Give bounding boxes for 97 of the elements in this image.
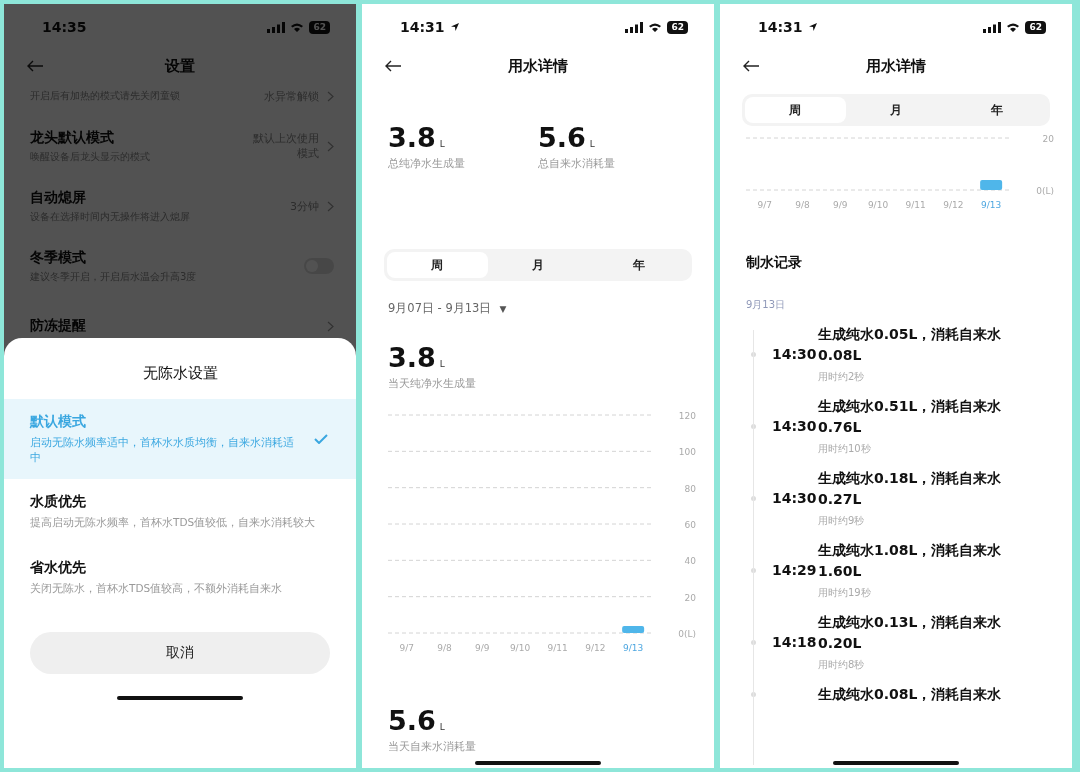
amount-value: 3.8 bbox=[388, 122, 436, 153]
record-duration: 用时约19秒 bbox=[818, 586, 872, 600]
signal-icon bbox=[983, 21, 1002, 33]
battery-indicator: 62 bbox=[667, 20, 688, 34]
status-time: 14:31 bbox=[400, 19, 445, 35]
axis-label: 9/9 bbox=[475, 643, 490, 653]
axis-label: 40 bbox=[684, 556, 696, 567]
period-tab[interactable]: 年 bbox=[588, 252, 689, 278]
back-arrow-icon[interactable] bbox=[742, 60, 760, 72]
amount-caption: 总自来水消耗量 bbox=[538, 157, 616, 171]
option-description: 启动无陈水频率适中，首杯水水质均衡，自来水消耗适中 bbox=[30, 435, 295, 466]
record-duration: 用时约9秒 bbox=[818, 514, 866, 528]
mode-option[interactable]: 省水优先 关闭无陈水，首杯水TDS值较高，不额外消耗自来水 bbox=[4, 544, 356, 610]
amount-value: 5.6 bbox=[538, 122, 586, 153]
status-time: 14:31 bbox=[758, 19, 803, 35]
wifi-icon bbox=[648, 21, 663, 33]
wifi-icon bbox=[1006, 21, 1021, 33]
period-tab[interactable]: 年 bbox=[946, 97, 1047, 123]
axis-label: 9/10 bbox=[867, 200, 889, 210]
amount-value: 5.6 bbox=[388, 705, 436, 736]
record-time: 14:30 bbox=[771, 346, 818, 362]
axis-label: 100 bbox=[678, 447, 696, 458]
axis-label: 9/13 bbox=[981, 200, 1002, 210]
option-description: 关闭无陈水，首杯水TDS值较高，不额外消耗自来水 bbox=[30, 580, 284, 596]
checkmark-icon bbox=[314, 434, 328, 445]
option-title: 省水优先 bbox=[30, 558, 87, 577]
setting-title: 防冻提醒 bbox=[30, 317, 87, 335]
period-tab[interactable]: 周 bbox=[745, 97, 846, 123]
mode-option[interactable]: 水质优先 提高启动无陈水频率，首杯水TDS值较低，自来水消耗较大 bbox=[4, 479, 356, 545]
date-label: 9月13日 bbox=[745, 298, 787, 312]
axis-label: 20 bbox=[1042, 134, 1054, 144]
record-time: 14:29 bbox=[771, 562, 818, 578]
axis-label: 60 bbox=[684, 520, 696, 530]
page-title: 用水详情 bbox=[866, 56, 926, 76]
period-tab[interactable]: 周 bbox=[387, 252, 488, 278]
option-description: 提高启动无陈水频率，首杯水TDS值较低，自来水消耗较大 bbox=[30, 515, 317, 531]
signal-icon bbox=[625, 21, 644, 33]
setting-title: 龙头默认模式 bbox=[30, 128, 115, 147]
record-time: 14:18 bbox=[771, 634, 818, 650]
page-title: 用水详情 bbox=[508, 56, 568, 76]
record-text: 生成纯水0.08L，消耗自来水 bbox=[818, 685, 1003, 704]
axis-label: 9/9 bbox=[833, 200, 848, 210]
record-text: 生成纯水0.51L，消耗自来水0.76L bbox=[818, 397, 1003, 437]
option-title: 水质优先 bbox=[30, 493, 87, 512]
record-text: 生成纯水0.13L，消耗自来水0.20L bbox=[818, 613, 1003, 653]
signal-icon bbox=[267, 21, 286, 33]
axis-label: 9/13 bbox=[623, 643, 644, 653]
amount-caption: 总纯净水生成量 bbox=[388, 157, 466, 171]
record-duration: 用时约10秒 bbox=[818, 442, 872, 456]
axis-label: 9/10 bbox=[509, 643, 531, 653]
record-text: 生成纯水0.05L，消耗自来水0.08L bbox=[818, 325, 1003, 365]
unit-label: L bbox=[439, 139, 445, 149]
axis-label: 9/7 bbox=[399, 643, 415, 653]
axis-label: 0(L) bbox=[678, 629, 696, 639]
axis-label: 9/12 bbox=[585, 643, 606, 653]
axis-label: 20 bbox=[684, 592, 696, 603]
setting-title: 冬季模式 bbox=[30, 248, 87, 267]
unit-label: L bbox=[439, 359, 445, 369]
page-title: 设置 bbox=[165, 56, 195, 76]
axis-label: 9/12 bbox=[943, 200, 964, 210]
amount-caption: 当天自来水消耗量 bbox=[388, 740, 477, 754]
sheet-title: 无陈水设置 bbox=[141, 363, 219, 384]
record-text: 生成纯水1.08L，消耗自来水1.60L bbox=[818, 541, 1003, 581]
record-duration: 用时约2秒 bbox=[818, 370, 866, 384]
record-text: 生成纯水0.18L，消耗自来水0.27L bbox=[818, 469, 1003, 509]
chevron-right-icon[interactable] bbox=[327, 200, 334, 212]
unit-label: L bbox=[439, 722, 445, 732]
axis-label: 120 bbox=[678, 411, 696, 421]
amount-caption: 当天纯净水生成量 bbox=[388, 377, 477, 391]
axis-label: 0(L) bbox=[1036, 186, 1054, 196]
date-range[interactable]: 9月07日 - 9月13日 bbox=[388, 301, 492, 316]
record-time: 14:30 bbox=[771, 418, 818, 434]
record-duration: 用时约8秒 bbox=[818, 658, 866, 672]
chevron-right-icon[interactable] bbox=[327, 320, 334, 332]
option-title: 默认模式 bbox=[30, 413, 87, 431]
setting-title: 自动熄屏 bbox=[30, 188, 87, 207]
axis-label: 9/11 bbox=[905, 200, 926, 210]
cancel-button[interactable]: 取消 bbox=[30, 631, 330, 674]
dropdown-arrow[interactable]: ▼ bbox=[499, 303, 507, 314]
axis-label: 9/8 bbox=[795, 200, 810, 210]
axis-label: 9/11 bbox=[547, 643, 568, 653]
axis-label: 9/7 bbox=[757, 200, 773, 210]
chevron-right-icon[interactable] bbox=[327, 140, 334, 152]
battery-indicator: 62 bbox=[1025, 20, 1046, 34]
record-time: 14:30 bbox=[771, 490, 818, 506]
back-arrow-icon[interactable] bbox=[384, 60, 402, 72]
chevron-right-icon[interactable] bbox=[327, 90, 334, 102]
battery-indicator: 62 bbox=[309, 20, 330, 34]
axis-label: 80 bbox=[684, 483, 696, 494]
section-title: 制水记录 bbox=[745, 253, 803, 272]
wifi-icon bbox=[290, 21, 305, 33]
status-time: 14:35 bbox=[42, 19, 87, 35]
axis-label: 9/8 bbox=[437, 643, 452, 653]
unit-label: L bbox=[589, 139, 595, 149]
period-tab[interactable]: 月 bbox=[487, 252, 589, 278]
period-tab[interactable]: 月 bbox=[845, 97, 947, 123]
amount-value: 3.8 bbox=[388, 342, 436, 373]
